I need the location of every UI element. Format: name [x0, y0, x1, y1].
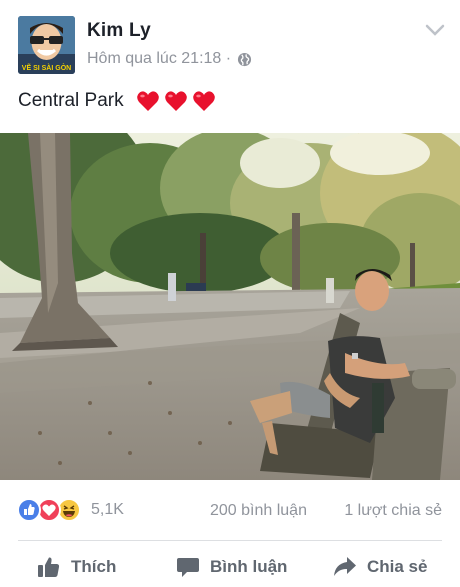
- reactions-summary[interactable]: 5,1K: [17, 498, 124, 522]
- avatar[interactable]: VẼ SI SÀI GÒN: [18, 16, 75, 74]
- caption-text: Central Park: [18, 90, 124, 111]
- share-label: Chia sẻ: [367, 557, 428, 576]
- post-stats: 5,1K 200 bình luận 1 lượt chia sẻ: [0, 493, 460, 527]
- heart-emoji-icon: [164, 91, 187, 111]
- shares-count[interactable]: 1 lượt chia sẻ: [344, 502, 442, 520]
- comment-label: Bình luận: [210, 557, 288, 576]
- thumbs-up-icon: [38, 557, 60, 577]
- post-photo[interactable]: [0, 133, 460, 480]
- comments-count[interactable]: 200 bình luận: [210, 502, 307, 520]
- post-header: VẼ SI SÀI GÒN Kim Ly Hôm qua lúc 21:18 ·: [0, 0, 460, 84]
- share-button[interactable]: Chia sẻ: [333, 556, 427, 578]
- reaction-count[interactable]: 5,1K: [91, 501, 124, 519]
- avatar-logo-text: VẼ SI SÀI GÒN: [22, 63, 71, 72]
- timestamp[interactable]: Hôm qua lúc 21:18 ·: [87, 50, 231, 68]
- author-name[interactable]: Kim Ly: [87, 20, 151, 42]
- chevron-down-icon[interactable]: [424, 22, 446, 38]
- like-reaction-icon: [17, 498, 41, 522]
- post-meta: Hôm qua lúc 21:18 ·: [87, 50, 252, 68]
- action-bar: Thích Bình luận Chia sẻ: [0, 548, 460, 587]
- facebook-post: VẼ SI SÀI GÒN Kim Ly Hôm qua lúc 21:18 ·…: [0, 0, 460, 587]
- like-button[interactable]: Thích: [37, 556, 116, 578]
- comment-button[interactable]: Bình luận: [176, 556, 287, 578]
- heart-emoji-icon: [192, 91, 215, 111]
- comment-icon: [177, 558, 199, 577]
- heart-emoji-icon: [136, 91, 159, 111]
- share-arrow-icon: [334, 557, 356, 576]
- globe-icon: [238, 52, 252, 66]
- post-caption: Central Park: [18, 90, 216, 112]
- divider: [18, 540, 442, 541]
- like-label: Thích: [71, 557, 117, 576]
